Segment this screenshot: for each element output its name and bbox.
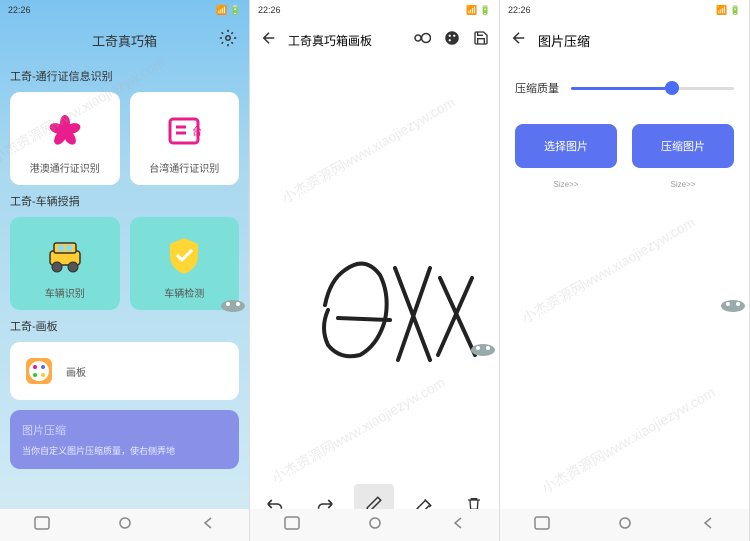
size-compressed: Size>> [632,180,734,189]
card-hk-macao[interactable]: 港澳通行证识别 [10,92,120,185]
nav-bar [250,509,499,541]
card-label: 车辆检测 [164,285,204,300]
button-row: 选择图片 压缩图片 [500,116,749,176]
nav-recent-icon[interactable] [284,516,300,535]
nav-back-icon[interactable] [201,516,215,535]
select-image-button[interactable]: 选择图片 [515,124,617,168]
size-row: Size>> Size>> [500,176,749,193]
status-bar: 22:26 📶 🔋 [500,0,749,20]
svg-text:台: 台 [192,125,202,138]
settings-icon[interactable] [219,29,237,52]
palette-icon[interactable] [443,29,461,52]
nav-home-icon[interactable] [367,516,383,535]
screen-drawboard: 22:26 📶 🔋 工奇真巧箱画板 小杰资源网www.xiaojiezyw.c [250,0,500,541]
section-passport: 工奇-通行证信息识别 [0,60,249,92]
card-taiwan[interactable]: 台 台湾通行证识别 [130,92,240,185]
compress-image-button[interactable]: 压缩图片 [632,124,734,168]
card-label: 台湾通行证识别 [149,160,219,175]
app-header: 工奇真巧箱 [0,20,249,60]
slider-fill [571,87,672,90]
card-label: 车辆识别 [45,285,85,300]
card-row-1: 港澳通行证识别 台 台湾通行证识别 [0,92,249,185]
compress-sub: 当你自定义图片压缩质量，使右侧弄地 [22,444,227,457]
mascot-icon [469,338,497,356]
status-bar: 22:26 📶 🔋 [0,0,249,20]
mascot-icon [719,294,747,312]
status-icons: 📶 🔋 [716,5,741,16]
nav-home-icon[interactable] [117,516,133,535]
quality-slider-row: 压缩质量 [500,60,749,116]
card-vehicle-recognize[interactable]: 车辆识别 [10,217,120,310]
status-time: 22:26 [508,5,531,15]
status-bar: 22:26 📶 🔋 [250,0,499,20]
card-compress[interactable]: 图片压缩 当你自定义图片压缩质量，使右侧弄地 [10,410,239,469]
slider-label: 压缩质量 [515,80,559,96]
shield-check-icon [163,235,205,277]
car-icon [44,235,86,277]
compress-title: 图片压缩 [22,422,227,438]
handwriting-stroke [250,60,500,480]
header-actions [413,29,489,52]
document-icon: 台 [163,110,205,152]
back-icon[interactable] [510,29,528,52]
nav-recent-icon[interactable] [34,516,50,535]
slider-thumb[interactable] [665,81,679,95]
size-icon[interactable] [413,31,431,49]
card-row-2: 车辆识别 车辆检测 [0,217,249,310]
quality-slider[interactable] [571,87,734,90]
nav-back-icon[interactable] [451,516,465,535]
size-original: Size>> [515,180,617,189]
watermark: 小杰资源网www.xiaojiezyw.com [518,212,698,328]
status-time: 22:26 [8,5,31,15]
card-drawboard[interactable]: 画板 [10,342,239,400]
drawing-canvas[interactable] [250,60,499,480]
back-icon[interactable] [260,29,278,52]
screen-compress: 22:26 📶 🔋 图片压缩 压缩质量 选择图片 压缩图片 Size>> Siz… [500,0,750,541]
compress-header: 图片压缩 [500,20,749,60]
drawboard-title: 工奇真巧箱画板 [288,32,403,49]
nav-back-icon[interactable] [701,516,715,535]
nav-home-icon[interactable] [617,516,633,535]
card-label: 画板 [66,364,86,379]
palette-icon [24,356,54,386]
section-draw: 工奇-画板 [0,310,249,342]
bauhinia-icon [44,110,86,152]
status-icons: 📶 🔋 [466,5,491,16]
section-vehicle: 工奇-车辆授捐 [0,185,249,217]
card-label: 港澳通行证识别 [30,160,100,175]
watermark: 小杰资源网www.xiaojiezyw.com [538,382,718,498]
status-time: 22:26 [258,5,281,15]
drawboard-header: 工奇真巧箱画板 [250,20,499,60]
compress-title: 图片压缩 [538,31,590,50]
nav-bar [500,509,749,541]
status-icons: 📶 🔋 [216,5,241,16]
app-title: 工奇真巧箱 [92,31,157,50]
nav-bar [0,509,249,541]
save-icon[interactable] [473,30,489,51]
mascot-icon [219,294,247,312]
screen-toolbox: 22:26 📶 🔋 工奇真巧箱 工奇-通行证信息识别 港澳通行证识别 台 台湾通… [0,0,250,541]
nav-recent-icon[interactable] [534,516,550,535]
